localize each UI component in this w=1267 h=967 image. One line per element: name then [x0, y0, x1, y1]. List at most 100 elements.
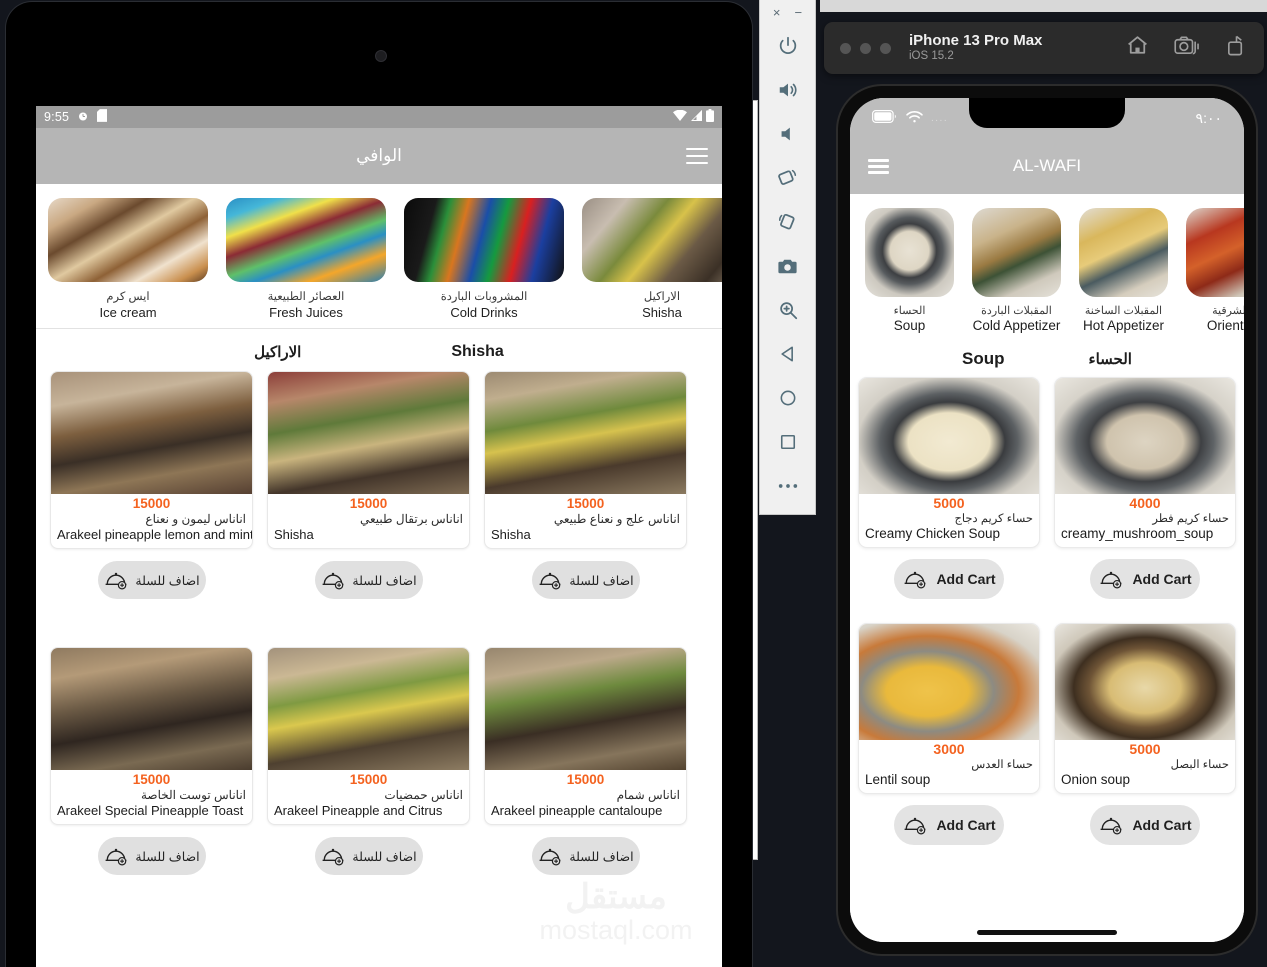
product-name-en: Arakeel Pineapple and Citrus: [274, 803, 443, 818]
ios-window-top-strip: [820, 0, 1267, 12]
mostaql-watermark: مستقل mostaql.com: [516, 865, 716, 957]
product-card-wrapper: 5000 حساء كريم دجاج Creamy Chicken Soup …: [858, 377, 1040, 599]
category-item-cold-drinks[interactable]: المشروبات الباردة Cold Drinks: [396, 198, 572, 320]
category-item-shisha[interactable]: الاراكيل Shisha: [574, 198, 722, 320]
android-app-title: الوافي: [356, 146, 402, 165]
section-title-en: Shisha: [451, 343, 504, 360]
cloche-add-icon: [902, 569, 928, 589]
add-to-cart-button[interactable]: اضاف للسلة: [531, 837, 640, 875]
product-price: 4000: [1129, 495, 1161, 511]
category-item-cold-appetizer[interactable]: المقبلات الباردة Cold Appetizer: [963, 208, 1070, 333]
add-to-cart-button[interactable]: اضاف للسلة: [314, 837, 423, 875]
add-to-cart-label: Add Cart: [936, 571, 996, 587]
category-item-soup[interactable]: الحساء Soup: [856, 208, 963, 333]
hamburger-menu-icon[interactable]: [868, 158, 889, 174]
product-card-wrapper: 5000 حساء البصل Onion soup Add Cart: [1054, 623, 1236, 845]
product-card[interactable]: 15000 اناناس شمام Arakeel pineapple cant…: [484, 647, 687, 825]
zoom-in-icon[interactable]: [766, 288, 810, 332]
close-icon[interactable]: ×: [773, 6, 781, 19]
category-item-oriental[interactable]: الشرقية Oriental: [1177, 208, 1244, 333]
category-item-ice-cream[interactable]: ايس كرم Ice cream: [40, 198, 216, 320]
product-price: 15000: [349, 496, 388, 511]
product-card[interactable]: 15000 اناناس برتقال طبيعي Shisha: [267, 371, 470, 549]
ios-home-indicator[interactable]: [977, 930, 1117, 935]
add-to-cart-button[interactable]: Add Cart: [1090, 805, 1200, 845]
ios-section-header: Soup الحساء: [850, 339, 1244, 377]
product-card[interactable]: 15000 اناناس ليمون و نعناع Arakeel pinea…: [50, 371, 253, 549]
home-circle-icon[interactable]: [766, 376, 810, 420]
iphone-notch: [969, 98, 1125, 128]
category-label-ar: المقبلات الساخنة: [1084, 305, 1163, 317]
volume-up-icon[interactable]: [766, 68, 810, 112]
add-to-cart-button[interactable]: Add Cart: [1090, 559, 1200, 599]
product-name-ar: اناناس حمضيات: [384, 788, 463, 802]
battery-icon: [706, 109, 714, 125]
product-card[interactable]: 4000 حساء كريم فطر creamy_mushroom_soup: [1054, 377, 1236, 548]
product-name-ar: اناناس شمام: [616, 788, 680, 802]
category-item-fresh-juices[interactable]: العصائر الطبيعية Fresh Juices: [218, 198, 394, 320]
product-card[interactable]: 15000 اناناس توست الخاصة Arakeel Special…: [50, 647, 253, 825]
add-to-cart-button[interactable]: اضاف للسلة: [97, 561, 206, 599]
category-item-hot-appetizer[interactable]: المقبلات الساخنة Hot Appetizer: [1070, 208, 1177, 333]
product-card[interactable]: 15000 اناناس حمضيات Arakeel Pineapple an…: [267, 647, 470, 825]
category-thumbnail: [404, 198, 564, 282]
ios-category-strip[interactable]: الحساء Soup المقبلات الباردة Cold Appeti…: [850, 194, 1244, 339]
cloche-add-icon: [103, 570, 129, 590]
add-to-cart-button[interactable]: اضاف للسلة: [531, 561, 640, 599]
add-to-cart-label: اضاف للسلة: [569, 573, 634, 588]
overview-square-icon[interactable]: [766, 420, 810, 464]
ios-product-grid-row-1: 5000 حساء كريم دجاج Creamy Chicken Soup …: [850, 377, 1244, 599]
product-name-ar: اناناس برتقال طبيعي: [360, 512, 463, 526]
add-to-cart-button[interactable]: Add Cart: [894, 559, 1004, 599]
more-options-icon[interactable]: [766, 464, 810, 508]
screenshot-camera-icon[interactable]: [1174, 34, 1201, 62]
product-price: 5000: [933, 495, 965, 511]
window-traffic-lights[interactable]: [840, 42, 891, 54]
rotate-right-icon[interactable]: [766, 200, 810, 244]
product-card[interactable]: 15000 اناناس علج و نعناع طبيعي Shisha: [484, 371, 687, 549]
grid-spacer: [36, 599, 722, 647]
product-image: [859, 378, 1039, 494]
cloche-add-icon: [320, 846, 346, 866]
product-card[interactable]: 5000 حساء البصل Onion soup: [1054, 623, 1236, 794]
volume-down-icon[interactable]: [766, 112, 810, 156]
add-to-cart-button[interactable]: اضاف للسلة: [97, 837, 206, 875]
category-label-ar: المشروبات الباردة: [440, 291, 528, 303]
product-card[interactable]: 3000 حساء العدس Lentil soup: [858, 623, 1040, 794]
product-price: 5000: [1129, 741, 1161, 757]
ios-app-body: الحساء Soup المقبلات الباردة Cold Appeti…: [850, 194, 1244, 942]
product-price: 15000: [566, 496, 605, 511]
product-name-ar: اناناس ليمون و نعناع: [145, 512, 246, 526]
share-icon[interactable]: [1225, 34, 1248, 63]
product-name-ar: حساء كريم دجاج: [954, 513, 1033, 525]
rotate-left-icon[interactable]: [766, 156, 810, 200]
add-to-cart-label: اضاف للسلة: [569, 849, 634, 864]
minimize-icon[interactable]: −: [795, 6, 803, 19]
product-card-wrapper: 15000 اناناس ليمون و نعناع Arakeel pinea…: [50, 371, 253, 599]
screenshot-camera-icon[interactable]: [766, 244, 810, 288]
product-name-en: Lentil soup: [865, 772, 931, 787]
product-price: 15000: [132, 496, 171, 511]
back-triangle-icon[interactable]: [766, 332, 810, 376]
category-label-ar: الشرقية: [1212, 305, 1244, 317]
android-category-strip[interactable]: ايس كرم Ice cream العصائر الطبيعية Fresh…: [36, 184, 722, 329]
power-icon[interactable]: [766, 24, 810, 68]
android-status-bar: 9:55: [36, 106, 722, 128]
add-to-cart-label: اضاف للسلة: [135, 573, 200, 588]
add-to-cart-button[interactable]: Add Cart: [894, 805, 1004, 845]
wifi-icon: [905, 110, 924, 127]
home-icon[interactable]: [1125, 33, 1150, 63]
wifi-icon: [673, 109, 687, 124]
category-label-en: Cold Drinks: [450, 305, 518, 320]
product-name-en: Shisha: [274, 527, 314, 542]
hamburger-menu-icon[interactable]: [686, 148, 708, 164]
add-to-cart-label: اضاف للسلة: [352, 849, 417, 864]
cloche-add-icon: [537, 570, 563, 590]
add-to-cart-label: اضاف للسلة: [352, 573, 417, 588]
add-to-cart-button[interactable]: اضاف للسلة: [314, 561, 423, 599]
grid-spacer: [850, 599, 1244, 623]
product-card[interactable]: 5000 حساء كريم دجاج Creamy Chicken Soup: [858, 377, 1040, 548]
android-product-grid-row-1: 15000 اناناس ليمون و نعناع Arakeel pinea…: [36, 371, 722, 599]
category-label-en: Soup: [893, 318, 926, 333]
signal-icon: [690, 110, 703, 124]
